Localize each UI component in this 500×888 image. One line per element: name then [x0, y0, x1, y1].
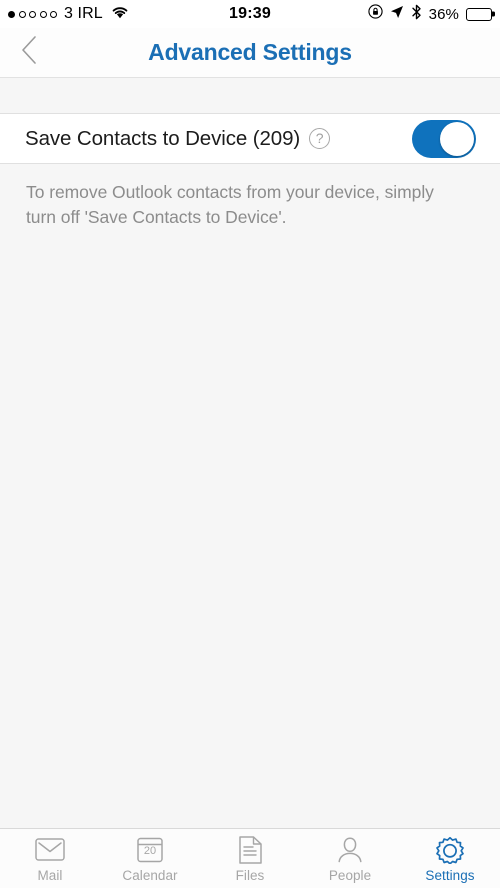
footer-description: To remove Outlook contacts from your dev…: [26, 182, 434, 227]
question-mark-circle-icon[interactable]: ?: [309, 128, 331, 149]
signal-dot-4: [39, 10, 47, 18]
row-save-contacts-to-device[interactable]: Save Contacts to Device (209) ?: [0, 114, 500, 164]
status-bar: 3 IRL 19:39 36%: [0, 0, 500, 28]
chevron-left-icon: [18, 34, 40, 71]
person-icon: [336, 835, 364, 865]
phone-screen: 3 IRL 19:39 36% Advanced Settings Save C…: [0, 0, 500, 888]
status-bar-left: 3 IRL: [8, 4, 129, 24]
envelope-icon: [35, 835, 65, 865]
tab-bar: Mail 20 Calendar Files People Settings: [0, 828, 500, 888]
signal-dot-3: [29, 10, 36, 18]
wifi-icon: [111, 4, 129, 24]
calendar-icon: 20: [137, 835, 163, 865]
toggle-knob: [440, 121, 474, 156]
tab-label-calendar: Calendar: [122, 867, 178, 883]
save-contacts-toggle[interactable]: [412, 119, 476, 158]
document-icon: [238, 835, 262, 865]
signal-dot-5: [50, 10, 57, 18]
battery-percent-label: 36%: [428, 5, 459, 23]
tab-label-people: People: [328, 867, 372, 883]
tab-files[interactable]: Files: [200, 829, 300, 888]
back-button[interactable]: [6, 28, 52, 77]
calendar-day-number: 20: [143, 845, 157, 857]
tab-label-files: Files: [235, 867, 265, 883]
row-label: Save Contacts to Device (209): [25, 126, 301, 150]
tab-label-settings: Settings: [425, 867, 475, 883]
tab-settings[interactable]: Settings: [400, 829, 500, 888]
battery-icon: [466, 7, 492, 21]
page-title: Advanced Settings: [148, 39, 352, 65]
signal-strength-dots: [8, 10, 57, 18]
section-spacer: [0, 78, 500, 114]
tab-calendar[interactable]: 20 Calendar: [100, 829, 200, 888]
navigation-bar: Advanced Settings: [0, 28, 500, 78]
tab-label-mail: Mail: [37, 867, 63, 883]
tab-mail[interactable]: Mail: [0, 829, 100, 888]
signal-dot-2: [18, 10, 26, 18]
rotation-lock-icon: [368, 4, 383, 24]
tab-people[interactable]: People: [300, 829, 400, 888]
signal-dot-1: [8, 10, 15, 18]
carrier-label: 3 IRL: [64, 5, 103, 22]
status-bar-right: 36%: [368, 4, 492, 25]
settings-content: Save Contacts to Device (209) ? To remov…: [0, 78, 500, 828]
bluetooth-icon: [411, 4, 422, 25]
location-arrow-icon: [390, 4, 404, 24]
gear-icon: [436, 835, 464, 865]
